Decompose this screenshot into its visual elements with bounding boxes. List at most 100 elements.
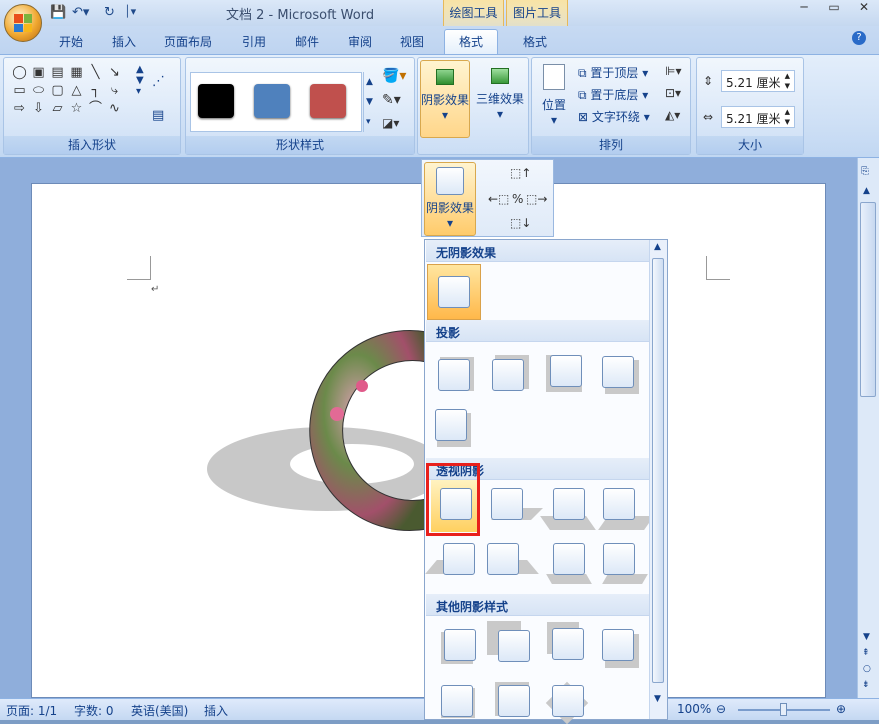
gallery-scroll-down-icon[interactable]: ▼ bbox=[654, 694, 661, 704]
shadow-option-perspective-4[interactable] bbox=[603, 488, 635, 520]
zoom-out-icon[interactable]: ⊖ bbox=[716, 702, 726, 716]
tab-format-picture[interactable]: 格式 bbox=[523, 33, 547, 50]
rounded-rect-shape-icon[interactable]: ▢ bbox=[48, 82, 67, 100]
shadow-option-other-1[interactable] bbox=[444, 629, 476, 661]
browse-object-icon[interactable]: ○ bbox=[863, 664, 871, 674]
position-button[interactable]: 位置 ▾ bbox=[536, 62, 572, 136]
shadow-option-drop-2[interactable] bbox=[492, 359, 524, 391]
scroll-up-icon[interactable]: ▲ bbox=[863, 186, 870, 196]
send-to-back-button[interactable]: ⧉ 置于底层 ▾ bbox=[578, 86, 648, 103]
text-wrap-button[interactable]: ⊠ 文字环绕 ▾ bbox=[578, 108, 650, 125]
scroll-down-icon[interactable]: ▼ bbox=[863, 632, 870, 642]
oval-shape-icon[interactable]: ◯ bbox=[10, 64, 29, 82]
gallery-scroll-thumb[interactable] bbox=[652, 258, 664, 683]
text-box-icon[interactable]: ▤ bbox=[152, 108, 164, 123]
vtext-shape-icon[interactable]: ▤ bbox=[48, 64, 67, 82]
line-shape-icon[interactable]: ╲ bbox=[86, 64, 105, 82]
shape-gallery-scroll-icon[interactable]: ▲ ▼ ▾ bbox=[136, 64, 144, 97]
group-icon[interactable]: ⊡▾ bbox=[665, 86, 681, 100]
shadow-effects-button[interactable]: 阴影效果 ▾ bbox=[420, 60, 470, 138]
undo-icon[interactable]: ↶▾ bbox=[72, 5, 89, 21]
tab-view[interactable]: 视图 bbox=[400, 33, 424, 50]
shadow-option-other-7[interactable] bbox=[552, 685, 584, 717]
tab-insert[interactable]: 插入 bbox=[112, 33, 136, 50]
tab-format-drawing[interactable]: 格式 bbox=[444, 29, 499, 55]
ring-picture[interactable] bbox=[202, 324, 462, 534]
shadow-option-drop-4[interactable] bbox=[602, 356, 634, 388]
prev-page-icon[interactable]: ⇞ bbox=[862, 648, 870, 658]
align-icon[interactable]: ⊫▾ bbox=[665, 64, 681, 78]
style-gallery-scroll-icon[interactable]: ▲ ▼ ▾ bbox=[363, 72, 373, 132]
arc-shape-icon[interactable]: ⌒ bbox=[86, 100, 105, 118]
shadow-option-perspective-2[interactable] bbox=[491, 488, 523, 520]
maximize-button[interactable]: ▭ bbox=[819, 0, 849, 14]
right-arrow-shape-icon[interactable]: ⇨ bbox=[10, 100, 29, 118]
scroll-thumb[interactable] bbox=[860, 202, 876, 397]
curve-shape-icon[interactable]: ∿ bbox=[105, 100, 124, 118]
rotate-icon[interactable]: ◭▾ bbox=[665, 108, 680, 122]
save-icon[interactable]: 💾 bbox=[50, 5, 66, 21]
shadow-option-other-5[interactable] bbox=[441, 685, 473, 717]
help-icon[interactable]: ? bbox=[852, 31, 866, 45]
3d-effects-button[interactable]: 三维效果 ▾ bbox=[474, 60, 526, 138]
shape-gallery[interactable]: ◯ ▣ ▤ ▦ ╲ ↘ ▭ ⬭ ▢ △ ┐ ⤷ ⇨ ⇩ ▱ ☆ ⌒ ∿ bbox=[10, 64, 134, 118]
popup-shadow-button[interactable]: 阴影效果 ▾ bbox=[424, 162, 476, 236]
shadow-option-drop-5[interactable] bbox=[435, 409, 467, 441]
style-swatch-blue[interactable] bbox=[254, 84, 290, 118]
style-swatch-red[interactable] bbox=[310, 84, 346, 118]
triangle-shape-icon[interactable]: △ bbox=[67, 82, 86, 100]
down-arrow-shape-icon[interactable]: ⇩ bbox=[29, 100, 48, 118]
elbow-arrow-shape-icon[interactable]: ⤷ bbox=[105, 82, 124, 100]
shadow-option-drop-3[interactable] bbox=[550, 355, 582, 387]
fill-bucket-icon[interactable]: 🪣▾ bbox=[382, 68, 406, 84]
width-spinner-icon[interactable]: ▲ ▼ bbox=[785, 107, 790, 127]
change-shape-icon[interactable]: ◪▾ bbox=[382, 116, 399, 130]
tab-home[interactable]: 开始 bbox=[59, 33, 83, 50]
arrow-shape-icon[interactable]: ↘ bbox=[105, 64, 124, 82]
rect-shape-icon[interactable]: ▭ bbox=[10, 82, 29, 100]
nudge-down-icon[interactable]: ⬚↓ bbox=[510, 216, 531, 230]
outline-pen-icon[interactable]: ✎▾ bbox=[382, 92, 401, 108]
image-shape-icon[interactable]: ▦ bbox=[67, 64, 86, 82]
redo-icon[interactable]: ↻ bbox=[104, 5, 115, 21]
zoom-thumb[interactable] bbox=[780, 703, 787, 716]
gallery-scroll-up-icon[interactable]: ▲ bbox=[654, 242, 661, 252]
office-button[interactable] bbox=[4, 4, 42, 42]
textbox-shape-icon[interactable]: ▣ bbox=[29, 64, 48, 82]
shadow-toggle-icon[interactable]: % bbox=[512, 192, 523, 206]
tab-review[interactable]: 审阅 bbox=[348, 33, 372, 50]
shadow-option-perspective-8[interactable] bbox=[603, 543, 635, 575]
tab-references[interactable]: 引用 bbox=[242, 33, 266, 50]
bring-to-front-button[interactable]: ⧉ 置于顶层 ▾ bbox=[578, 64, 648, 81]
status-page[interactable]: 页面: 1/1 bbox=[6, 702, 57, 719]
nudge-left-icon[interactable]: ←⬚ bbox=[488, 192, 509, 206]
style-swatch-black[interactable] bbox=[198, 84, 234, 118]
status-mode[interactable]: 插入 bbox=[204, 702, 228, 719]
ruler-toggle-icon[interactable]: ⎘ bbox=[861, 166, 869, 177]
shadow-option-other-6[interactable] bbox=[498, 685, 530, 717]
status-language[interactable]: 英语(美国) bbox=[131, 702, 188, 719]
shadow-option-other-3[interactable] bbox=[552, 628, 584, 660]
customize-qat-icon[interactable]: │▾ bbox=[124, 5, 136, 21]
height-spinner-icon[interactable]: ▲ ▼ bbox=[785, 71, 790, 91]
status-zoom[interactable]: 100% bbox=[677, 702, 711, 716]
zoom-in-icon[interactable]: ⊕ bbox=[836, 702, 846, 716]
vertical-scrollbar[interactable]: ⎘ ▲ ▼ ⇞ ○ ⇟ bbox=[857, 158, 879, 698]
close-button[interactable]: ✕ bbox=[849, 0, 879, 14]
minimize-button[interactable]: ─ bbox=[789, 0, 819, 14]
shadow-option-perspective-3[interactable] bbox=[553, 488, 585, 520]
height-input[interactable]: 5.21 厘米 ▲ ▼ bbox=[721, 70, 795, 92]
status-words[interactable]: 字数: 0 bbox=[74, 702, 114, 719]
shadow-option-perspective-6[interactable] bbox=[487, 543, 519, 575]
ellipse-shape-icon[interactable]: ⬭ bbox=[29, 82, 48, 100]
shadow-option-drop-1[interactable] bbox=[438, 359, 470, 391]
callout-shape-icon[interactable]: ▱ bbox=[48, 100, 67, 118]
star-shape-icon[interactable]: ☆ bbox=[67, 100, 86, 118]
next-page-icon[interactable]: ⇟ bbox=[862, 680, 870, 690]
elbow-shape-icon[interactable]: ┐ bbox=[86, 82, 105, 100]
nudge-right-icon[interactable]: ⬚→ bbox=[526, 192, 547, 206]
width-input[interactable]: 5.21 厘米 ▲ ▼ bbox=[721, 106, 795, 128]
shadow-option-perspective-5[interactable] bbox=[443, 543, 475, 575]
edit-points-icon[interactable]: ⋰ bbox=[152, 74, 165, 89]
nudge-up-icon[interactable]: ⬚↑ bbox=[510, 166, 531, 180]
